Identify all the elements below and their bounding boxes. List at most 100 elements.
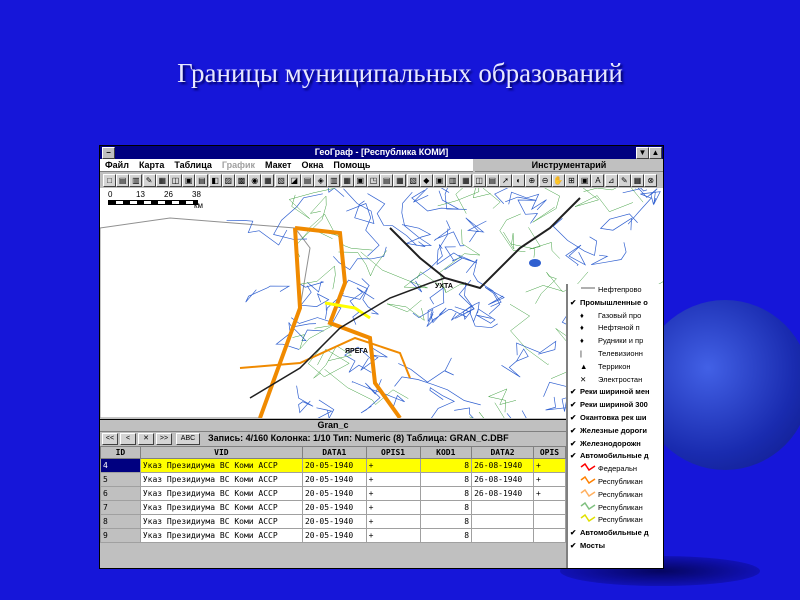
legend-item[interactable]: ✔ Автомобильные д	[570, 450, 649, 461]
table-cell[interactable]: 20-05-1940	[301, 500, 367, 515]
toolbar-tool-icon[interactable]: ▧	[406, 174, 420, 187]
toolbar-tool-icon[interactable]: ✋	[551, 174, 565, 187]
toolbar-tool-icon[interactable]: ▤	[301, 174, 314, 187]
table-cell[interactable]: Указ Президиума ВС Коми АССР	[139, 472, 303, 487]
checkmark-icon[interactable]: ✔	[570, 540, 580, 551]
legend-item[interactable]: ✕ Электростан	[570, 374, 642, 385]
table-cell[interactable]: 4	[100, 458, 141, 473]
table-row[interactable]: 4 Указ Президиума ВС Коми АССР 20-05-1940 +…	[100, 458, 567, 473]
checkmark-icon[interactable]: ✔	[570, 297, 580, 308]
column-header[interactable]: KOD1	[419, 446, 473, 459]
legend-item[interactable]: ♦ Нефтяной п	[570, 322, 640, 333]
table-row[interactable]: 6 Указ Президиума ВС Коми АССР 20-05-1940 +…	[100, 486, 567, 501]
table-cell[interactable]: Указ Президиума ВС Коми АССР	[139, 500, 303, 515]
table-cell[interactable]: +	[365, 472, 421, 487]
toolbar-tool-icon[interactable]: □	[103, 174, 116, 187]
system-menu-icon[interactable]: −	[102, 147, 115, 159]
toolbar-tool-icon[interactable]: ▤	[195, 174, 209, 187]
table-cell[interactable]: 26-08-1940	[471, 458, 534, 473]
toolbar-tool-icon[interactable]: ⊗	[644, 174, 658, 187]
table-cell[interactable]	[532, 500, 567, 515]
toolbar-tool-icon[interactable]: ▦	[393, 174, 407, 187]
legend-item[interactable]: ✔ Реки шириной мен	[570, 386, 650, 397]
menu-item[interactable]: Таблица	[169, 159, 217, 171]
table-cell[interactable]: 20-05-1940	[301, 472, 367, 487]
legend-item[interactable]: ✔ Окантовка рек ши	[570, 412, 647, 423]
table-cell[interactable]: 20-05-1940	[301, 486, 367, 501]
legend-item[interactable]: ✔ Железнодорожн	[570, 438, 641, 449]
legend-panel[interactable]: Нефтепрово ✔ Промышленные о ♦ Газовый про ♦ Не…	[566, 284, 663, 568]
close-table-button[interactable]: ✕	[138, 433, 154, 445]
legend-item[interactable]: ▲ Террикон	[570, 361, 631, 372]
toolbar-tool-icon[interactable]: ◧	[208, 174, 222, 187]
menu-item[interactable]: Макет	[260, 159, 296, 171]
table-cell[interactable]: 20-05-1940	[301, 458, 367, 473]
toolbar-tool-icon[interactable]: ⊞	[565, 174, 578, 187]
toolbar-tool-icon[interactable]: ◈	[314, 174, 328, 187]
table-cell[interactable]: Указ Президиума ВС Коми АССР	[139, 486, 303, 501]
table-cell[interactable]: +	[365, 514, 421, 529]
toolbar-tool-icon[interactable]: ▥	[327, 174, 341, 187]
toolbar-tool-icon[interactable]: ▤	[485, 174, 499, 187]
legend-item[interactable]: Республикан	[570, 501, 643, 513]
checkmark-icon[interactable]: ✔	[570, 450, 580, 461]
legend-item[interactable]: Республикан	[570, 488, 643, 500]
toolbar-tool-icon[interactable]: ▣	[578, 174, 592, 187]
checkmark-icon[interactable]: ✔	[570, 425, 580, 436]
toolbar-tool-icon[interactable]: ✎	[142, 174, 156, 187]
checkmark-icon[interactable]: ✔	[570, 412, 580, 423]
table-cell[interactable]: +	[532, 458, 567, 473]
table-cell[interactable]: Указ Президиума ВС Коми АССР	[139, 458, 303, 473]
column-header[interactable]: OPIS1	[365, 446, 421, 459]
table-cell[interactable]: 8	[100, 514, 141, 529]
table-cell[interactable]: 26-08-1940	[471, 486, 534, 501]
toolbar-tool-icon[interactable]: ◫	[169, 174, 182, 187]
table-cell[interactable]: 20-05-1940	[301, 514, 367, 529]
toolbar-tool-icon[interactable]: ▦	[459, 174, 473, 187]
column-header[interactable]: DATA1	[301, 446, 367, 459]
legend-item[interactable]: Нефтепрово	[570, 284, 642, 295]
checkmark-icon[interactable]: ✔	[570, 399, 580, 410]
legend-item[interactable]: ✔ Реки шириной 300	[570, 399, 648, 410]
table-cell[interactable]: 8	[419, 500, 473, 515]
table-cell[interactable]	[471, 528, 534, 543]
table-cell[interactable]: +	[365, 528, 421, 543]
toolbar-tool-icon[interactable]: ◪	[287, 174, 301, 187]
toolbar-tool-icon[interactable]: ▣	[353, 174, 367, 187]
prev-record-button[interactable]: <	[120, 433, 136, 445]
minimize-icon[interactable]: ▼	[636, 147, 649, 159]
table-cell[interactable]	[532, 514, 567, 529]
table-cell[interactable]	[471, 500, 534, 515]
abc-button[interactable]: ABC	[176, 433, 200, 445]
legend-item[interactable]: Республикан	[570, 514, 643, 525]
last-record-button[interactable]: >>	[156, 433, 172, 445]
column-header[interactable]: VID	[139, 446, 303, 459]
toolbar-tool-icon[interactable]: ▣	[182, 174, 196, 187]
table-cell[interactable]: 8	[419, 514, 473, 529]
table-cell[interactable]: 9	[100, 528, 141, 543]
column-header[interactable]: OPIS	[532, 446, 567, 459]
toolbar-tool-icon[interactable]: ⊿	[604, 174, 618, 187]
legend-item[interactable]: ♦ Газовый про	[570, 310, 641, 321]
toolbar-tool-icon[interactable]: ◐	[512, 174, 526, 187]
legend-item[interactable]: ✔ Железные дороги	[570, 425, 647, 436]
menu-item[interactable]: График	[217, 159, 260, 171]
legend-item[interactable]: Федеральн	[570, 463, 637, 474]
table-cell[interactable]: +	[365, 486, 421, 501]
table-cell[interactable]: 8	[419, 486, 473, 501]
column-header[interactable]: DATA2	[471, 446, 534, 459]
toolbar-tool-icon[interactable]: ▦	[340, 174, 354, 187]
toolbar-tool-icon[interactable]: A	[591, 174, 605, 187]
attribute-table[interactable]: ID VID DATA1 OPIS1 KOD1 DATA2 OPIS 4 Указ Прези…	[100, 446, 567, 543]
table-cell[interactable]: 8	[419, 528, 473, 543]
toolbar-tool-icon[interactable]: ▤	[116, 174, 130, 187]
table-cell[interactable]	[471, 514, 534, 529]
table-cell[interactable]: 26-08-1940	[471, 472, 534, 487]
table-cell[interactable]: 20-05-1940	[301, 528, 367, 543]
table-cell[interactable]: +	[532, 486, 567, 501]
table-row[interactable]: 8 Указ Президиума ВС Коми АССР 20-05-1940 +…	[100, 514, 567, 529]
menu-item[interactable]: Помощь	[328, 159, 375, 171]
toolbar-tool-icon[interactable]: ▧	[274, 174, 288, 187]
toolbar-tool-icon[interactable]: ➚	[499, 174, 512, 187]
legend-item[interactable]: Республикан	[570, 475, 643, 487]
